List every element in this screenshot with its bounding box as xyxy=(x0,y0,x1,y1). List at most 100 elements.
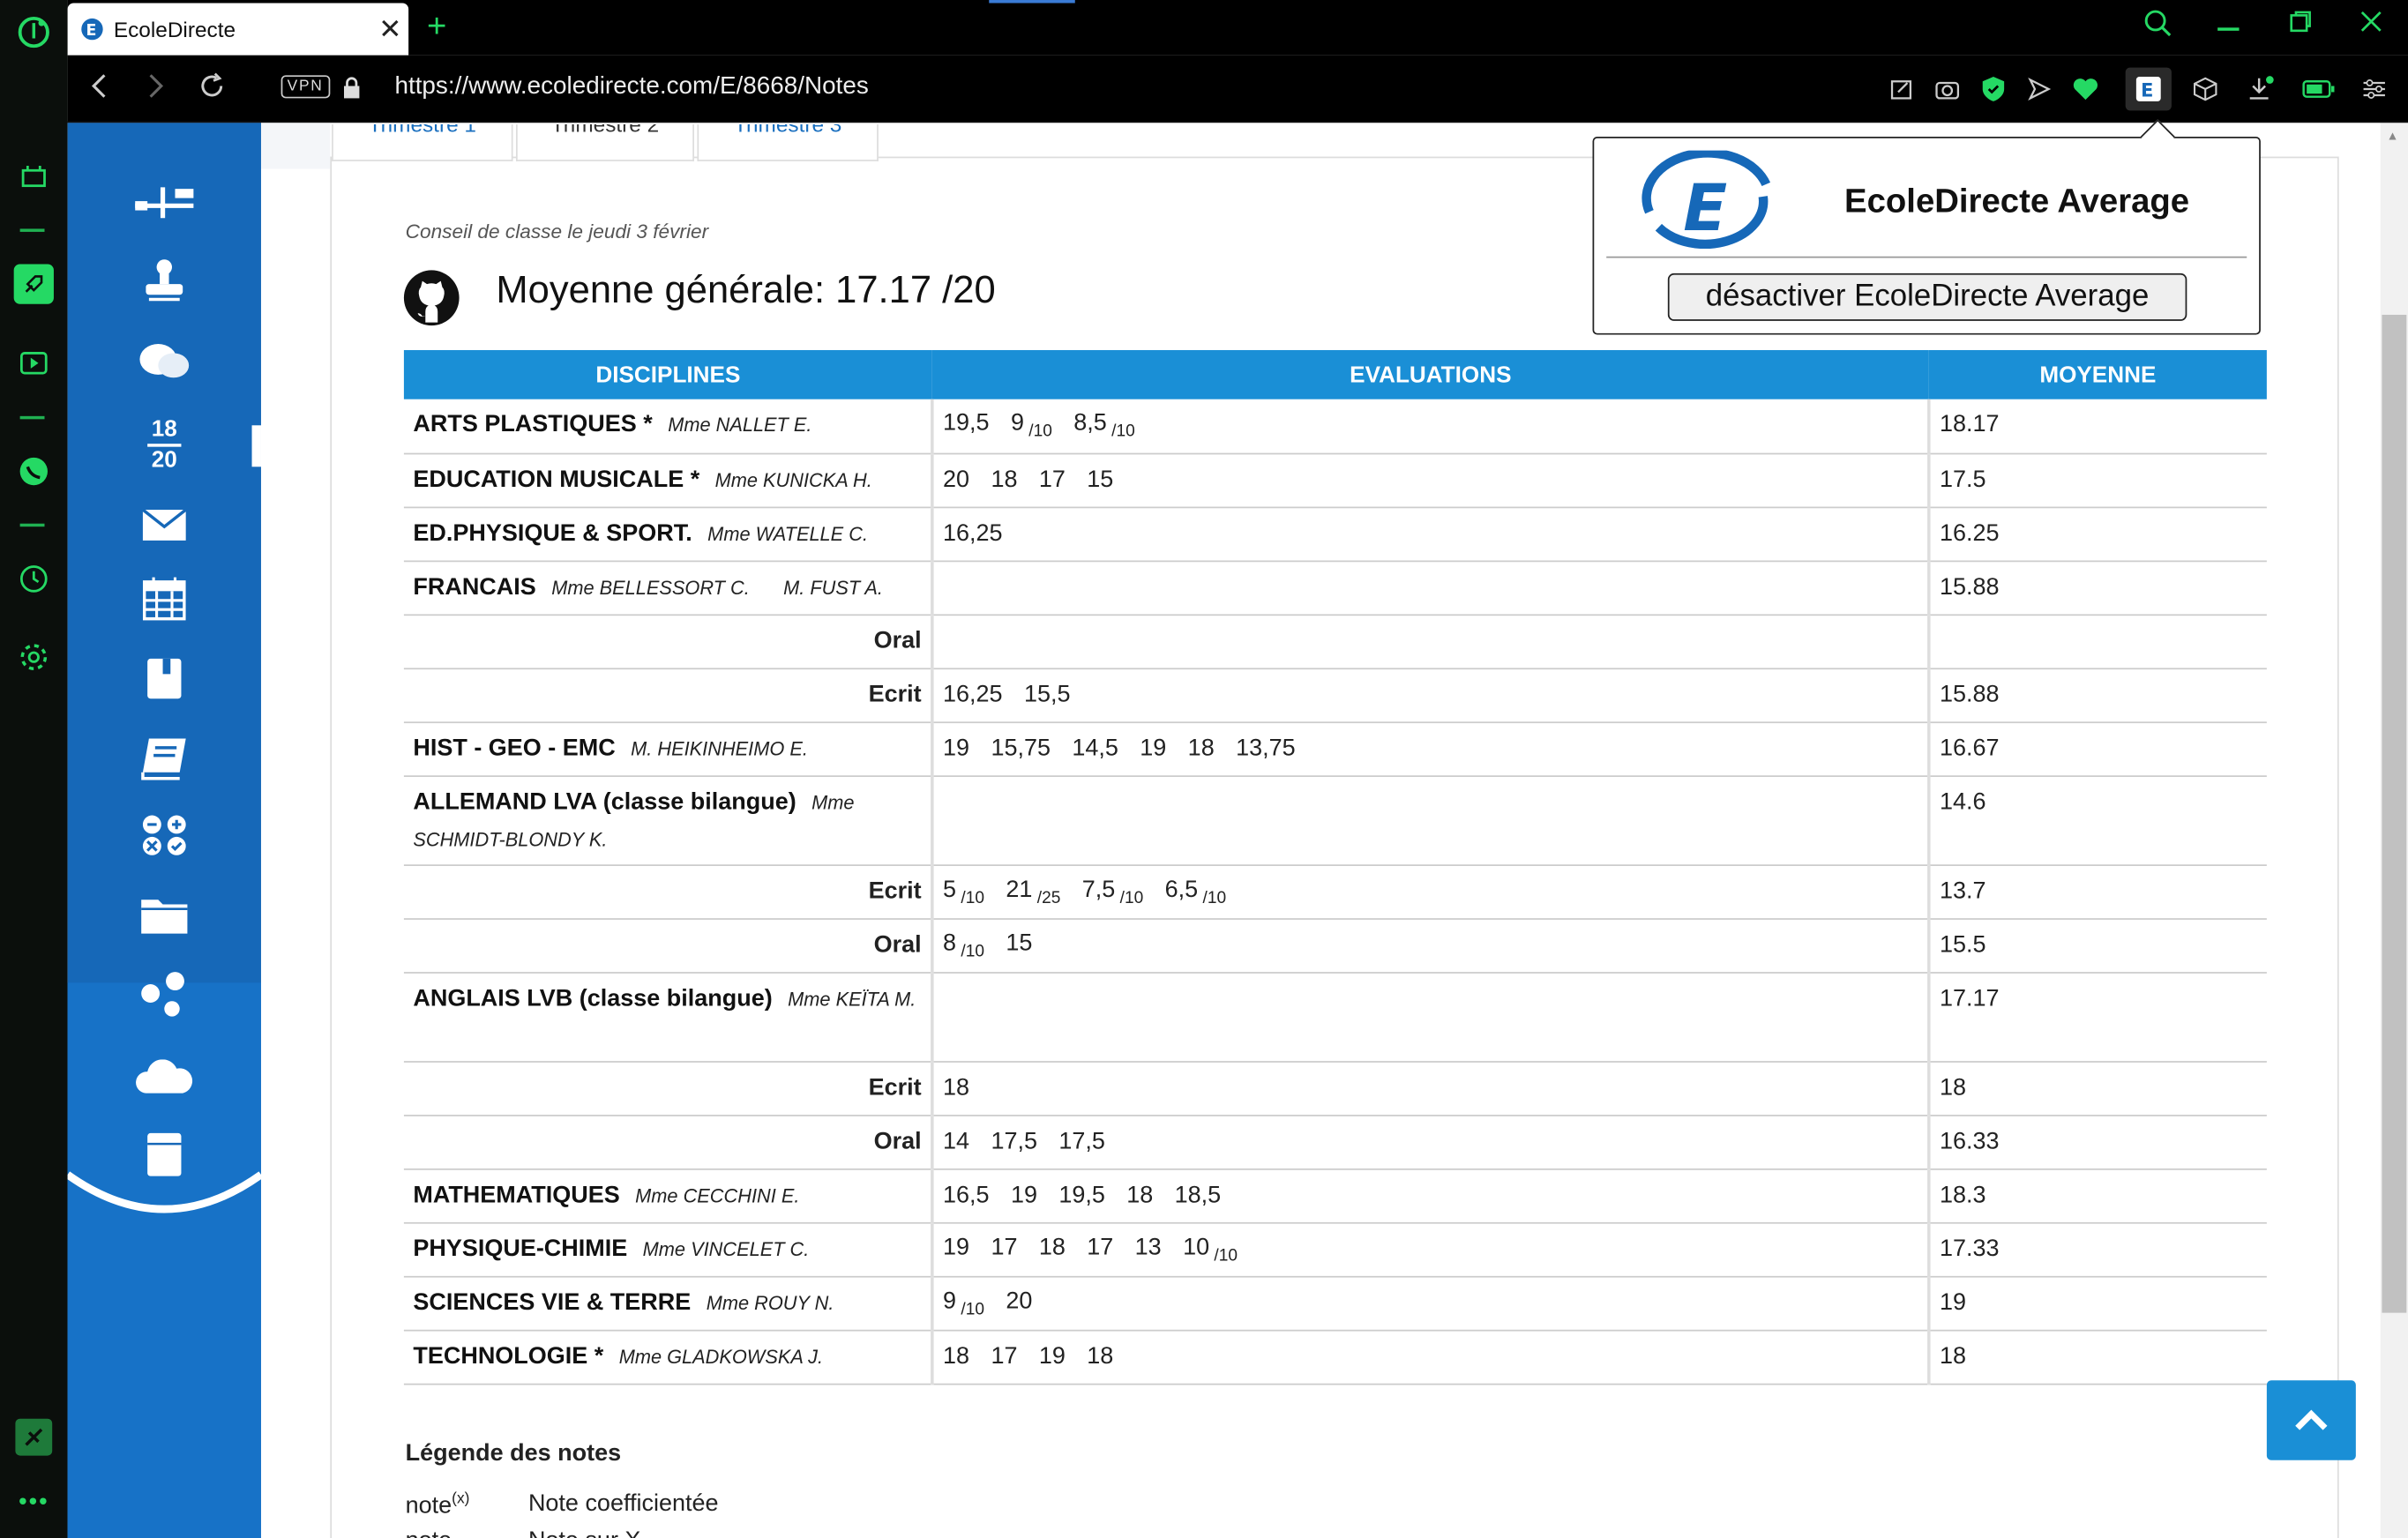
reload-icon[interactable] xyxy=(198,71,226,110)
grade-note[interactable]: 19 xyxy=(1140,735,1166,761)
grade-note[interactable]: 9 /10 xyxy=(943,1288,984,1318)
opera-logo-icon[interactable] xyxy=(0,9,68,55)
grade-note[interactable]: 18,5 xyxy=(1175,1182,1222,1208)
grade-note[interactable]: 18 xyxy=(991,466,1017,492)
grade-note[interactable]: 17,5 xyxy=(1058,1128,1105,1154)
grade-note[interactable]: 17 xyxy=(991,1234,1017,1260)
grade-note[interactable]: 17,5 xyxy=(991,1128,1037,1154)
grade-note[interactable]: 18 xyxy=(1188,735,1215,761)
shopping-cart-icon[interactable] xyxy=(0,153,68,199)
stamp-icon[interactable] xyxy=(129,252,199,308)
lock-icon[interactable] xyxy=(341,75,363,108)
grade-note[interactable]: 15,5 xyxy=(1024,681,1071,707)
grade-note[interactable]: 9 /10 xyxy=(1011,410,1052,441)
header-disciplines[interactable]: DISCIPLINES xyxy=(403,349,932,399)
skills-checks-icon[interactable] xyxy=(129,808,199,863)
grade-note[interactable]: 20 xyxy=(943,466,969,492)
grade-note[interactable]: 19 xyxy=(1011,1182,1037,1208)
tab-trimestre-3[interactable]: Trimestre 3 xyxy=(697,124,879,161)
grade-note[interactable]: 15,75 xyxy=(991,735,1051,761)
heart-icon[interactable] xyxy=(2070,74,2101,105)
whatsapp-icon[interactable] xyxy=(0,448,68,494)
settings-gear-icon[interactable] xyxy=(0,634,68,680)
close-tab-icon[interactable]: ✕ xyxy=(371,13,408,46)
grade-note[interactable]: 13,75 xyxy=(1236,735,1296,761)
grade-note[interactable]: 14 xyxy=(943,1128,969,1154)
grade-note[interactable]: 18 xyxy=(1039,1234,1066,1260)
notebook-icon[interactable] xyxy=(129,651,199,706)
grade-note[interactable]: 14,5 xyxy=(1072,735,1118,761)
book-icon[interactable] xyxy=(129,731,199,787)
grade-note[interactable]: 5 /10 xyxy=(943,876,984,907)
grade-note[interactable]: 16,25 xyxy=(943,681,1003,707)
timeline-icon[interactable] xyxy=(129,172,199,228)
grade-note[interactable]: 17 xyxy=(1087,1234,1113,1260)
grade-note[interactable]: 8 /10 xyxy=(943,930,984,960)
video-player-icon[interactable] xyxy=(0,341,68,387)
grade-note[interactable]: 7,5 /10 xyxy=(1082,876,1144,907)
share-icon[interactable] xyxy=(1886,74,1917,105)
grade-note[interactable]: 13 xyxy=(1135,1234,1162,1260)
grade-note[interactable]: 19 xyxy=(943,735,969,761)
mail-envelope-icon[interactable] xyxy=(129,497,199,553)
ecoledirecte-average-extension-icon[interactable]: E xyxy=(2125,67,2172,111)
tab-trimestre-2[interactable]: Trimestre 2 xyxy=(516,124,694,161)
cube-icon[interactable] xyxy=(2190,74,2221,105)
page-scrollbar[interactable]: ▲ xyxy=(2380,123,2408,1538)
more-options-icon[interactable]: ••• xyxy=(0,1486,68,1519)
grade-note[interactable]: 20 xyxy=(1006,1288,1032,1314)
grade-note[interactable]: 8,5 /10 xyxy=(1073,410,1135,441)
github-icon[interactable] xyxy=(402,269,460,327)
battery-saver-icon[interactable] xyxy=(2300,74,2337,105)
vpn-badge[interactable]: VPN xyxy=(280,75,330,99)
minimize-icon[interactable] xyxy=(2217,27,2240,31)
rocket-icon[interactable] xyxy=(0,261,68,307)
scrollbar-thumb[interactable] xyxy=(2382,314,2407,1313)
grade-note[interactable]: 19 xyxy=(943,1234,969,1260)
adblock-shield-icon[interactable] xyxy=(1978,74,2009,105)
grade-note[interactable]: 17 xyxy=(991,1343,1017,1370)
calendar-icon[interactable] xyxy=(129,571,199,627)
grade-note[interactable]: 19,5 xyxy=(943,410,990,437)
crypto-wallet-icon[interactable] xyxy=(0,1415,68,1459)
grade-note[interactable]: 18 xyxy=(1126,1182,1153,1208)
easy-setup-icon[interactable] xyxy=(2359,74,2389,105)
grade-note[interactable]: 15 xyxy=(1006,930,1032,956)
folder-icon[interactable] xyxy=(129,887,199,943)
scroll-up-arrow-icon[interactable]: ▲ xyxy=(2387,129,2399,143)
grade-note[interactable]: 16,25 xyxy=(943,519,1003,546)
share-network-icon[interactable] xyxy=(129,964,199,1019)
grade-note[interactable]: 6,5 /10 xyxy=(1165,876,1227,907)
new-tab-button[interactable]: + xyxy=(427,6,446,46)
forward-icon[interactable] xyxy=(145,71,166,110)
cloud-icon[interactable] xyxy=(129,1050,199,1106)
messaging-bubbles-icon[interactable] xyxy=(129,335,199,391)
back-icon[interactable] xyxy=(89,71,110,110)
grade-note[interactable]: 18 xyxy=(943,1343,969,1370)
grade-note[interactable]: 10 /10 xyxy=(1183,1234,1238,1265)
grade-note[interactable]: 18 xyxy=(943,1074,969,1101)
close-window-icon[interactable] xyxy=(2359,9,2383,41)
url-field[interactable]: https://www.ecoledirecte.com/E/8668/Note… xyxy=(394,74,868,101)
send-icon[interactable] xyxy=(2024,74,2055,105)
grade-note[interactable]: 21 /25 xyxy=(1006,876,1060,907)
download-icon[interactable] xyxy=(2245,74,2276,105)
deactivate-extension-button[interactable]: désactiver EcoleDirecte Average xyxy=(1667,273,2187,321)
grade-note[interactable]: 15 xyxy=(1087,466,1113,492)
document-icon[interactable] xyxy=(129,1127,199,1183)
grade-note[interactable]: 19,5 xyxy=(1058,1182,1105,1208)
grade-note[interactable]: 19 xyxy=(1039,1343,1066,1370)
header-moyenne[interactable]: MOYENNE xyxy=(1928,349,2267,399)
browser-tab[interactable]: E EcoleDirecte ✕ xyxy=(67,3,409,56)
history-clock-icon[interactable] xyxy=(0,556,68,601)
header-evaluations[interactable]: EVALUATIONS xyxy=(931,349,1929,399)
tab-trimestre-1[interactable]: Trimestre 1 xyxy=(332,124,513,161)
grades-icon[interactable]: 18 20 xyxy=(147,417,182,474)
camera-icon[interactable] xyxy=(1932,74,1963,105)
grade-note[interactable]: 16,5 xyxy=(943,1182,990,1208)
back-to-top-button[interactable] xyxy=(2266,1380,2356,1460)
search-tabs-icon[interactable] xyxy=(2144,9,2172,44)
restore-icon[interactable] xyxy=(2288,9,2313,41)
grade-note[interactable]: 17 xyxy=(1039,466,1066,492)
grade-note[interactable]: 18 xyxy=(1087,1343,1113,1370)
